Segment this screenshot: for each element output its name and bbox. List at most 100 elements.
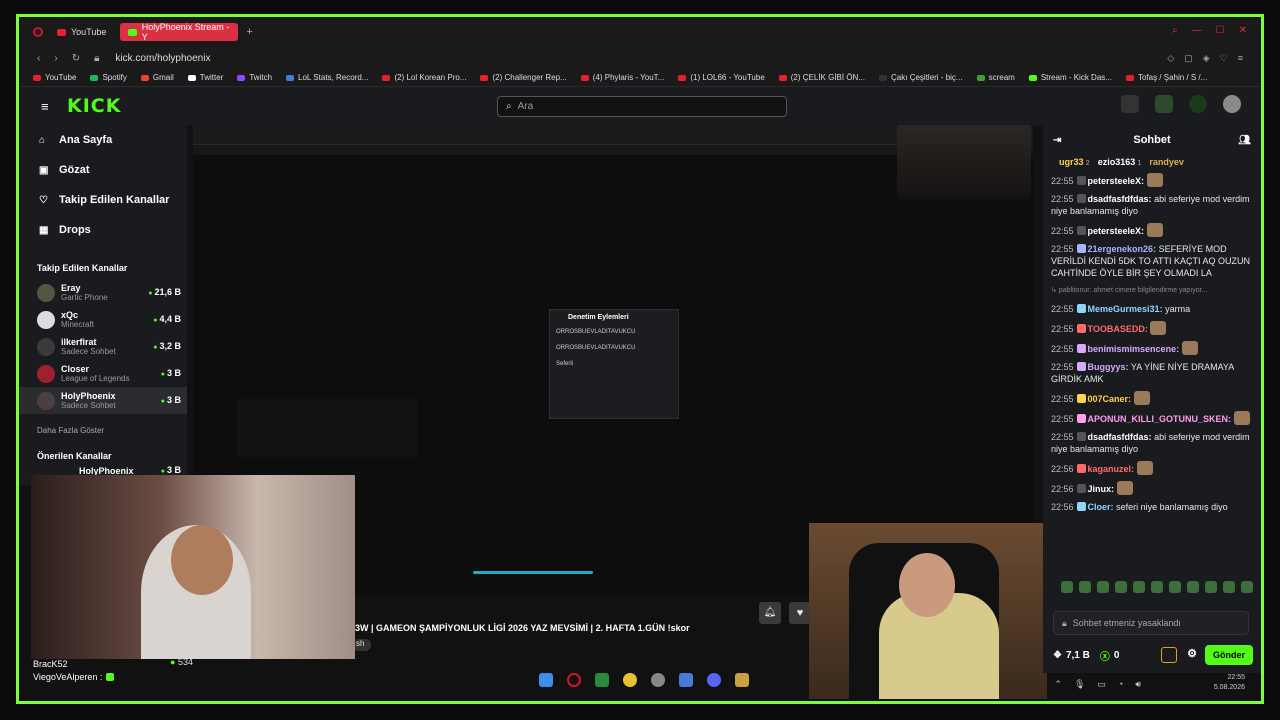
- forward-icon[interactable]: ›: [54, 53, 57, 64]
- display-icon[interactable]: ▭: [1097, 679, 1106, 690]
- chat-input[interactable]: 🔒︎ Sohbet etmeniz yasaklandı: [1053, 611, 1249, 635]
- message-user[interactable]: Jinux:: [1088, 484, 1115, 494]
- search-input[interactable]: ⌕ Ara: [497, 96, 787, 117]
- message-user[interactable]: 21ergenekon26:: [1088, 244, 1157, 254]
- message-user[interactable]: dsadfasfdfdas:: [1088, 194, 1152, 204]
- bookmark-item[interactable]: Çakı Çeşitleri - biç...: [879, 73, 963, 82]
- emote-icon[interactable]: [1151, 581, 1163, 593]
- bookmark-item[interactable]: Spotify: [90, 73, 127, 82]
- channel-item[interactable]: ErayGartic Phone 21,6 B: [19, 279, 187, 306]
- message-user[interactable]: TOOBASEDD:: [1088, 324, 1148, 334]
- message-user[interactable]: petersteeleX:: [1088, 226, 1145, 236]
- microphone-icon[interactable]: 🎙︎: [1074, 679, 1085, 690]
- extension-icon[interactable]: ◇: [1167, 53, 1174, 64]
- hamburger-menu-icon[interactable]: ≡: [41, 99, 53, 114]
- maximize-button[interactable]: ☐: [1216, 25, 1225, 36]
- reload-icon[interactable]: ↻: [72, 53, 80, 64]
- search-icon[interactable]: ⌕: [1172, 25, 1178, 36]
- emote-icon[interactable]: [1223, 581, 1235, 593]
- stream-tag[interactable]: sh: [353, 639, 371, 651]
- channel-item[interactable]: CloserLeague of Legends 3 B: [19, 360, 187, 387]
- kick-studio-icon[interactable]: [1155, 95, 1173, 113]
- gifter[interactable]: ezio3163 1: [1098, 157, 1142, 167]
- opera-logo-icon[interactable]: [33, 27, 43, 37]
- snapshot-icon[interactable]: ▢: [1184, 53, 1193, 64]
- emote-icon[interactable]: [1079, 581, 1091, 593]
- bookmark-item[interactable]: (2) Challenger Rep...: [480, 73, 567, 82]
- tab-youtube[interactable]: YouTube: [49, 23, 114, 41]
- wifi-icon[interactable]: ◔: [1118, 679, 1123, 690]
- bookmark-item[interactable]: Stream - Kick Das...: [1028, 73, 1112, 82]
- chevron-up-icon[interactable]: ⌃: [1054, 679, 1062, 690]
- emote-icon[interactable]: [1061, 581, 1073, 593]
- bookmark-item[interactable]: Twitter: [187, 73, 223, 82]
- discord-icon[interactable]: [707, 673, 721, 687]
- message-user[interactable]: petersteeleX:: [1088, 176, 1145, 186]
- gifter[interactable]: ugr33 2: [1059, 157, 1090, 167]
- bookmark-item[interactable]: (4) Phylaris - YouT...: [580, 73, 664, 82]
- message-user[interactable]: 007Caner:: [1088, 394, 1132, 404]
- emote-icon[interactable]: [1115, 581, 1127, 593]
- shield-icon[interactable]: [1161, 647, 1177, 663]
- app-icon[interactable]: [651, 673, 665, 687]
- bookmark-item[interactable]: Gmail: [140, 73, 174, 82]
- opera-icon[interactable]: [567, 673, 581, 687]
- league-icon[interactable]: [735, 673, 749, 687]
- nav-following[interactable]: ♡ Takip Edilen Kanallar: [19, 185, 187, 215]
- collapse-chat-icon[interactable]: ⇥: [1053, 135, 1061, 146]
- message-user[interactable]: benimismimsencene:: [1088, 344, 1180, 354]
- message-user[interactable]: MemeGurmesi31:: [1088, 304, 1163, 314]
- message-user[interactable]: kaganuzel:: [1088, 464, 1135, 474]
- drops-icon[interactable]: [1121, 95, 1139, 113]
- app-icon[interactable]: [595, 673, 609, 687]
- nav-home[interactable]: ⌂ Ana Sayfa: [19, 125, 187, 155]
- send-button[interactable]: Gönder: [1205, 645, 1253, 665]
- follow-button[interactable]: ♥: [789, 602, 811, 624]
- users-icon[interactable]: 👥︎: [1238, 135, 1251, 146]
- bookmark-item[interactable]: LoL Stats, Record...: [286, 73, 368, 82]
- message-user[interactable]: Buggyys:: [1088, 362, 1129, 372]
- bookmark-item[interactable]: (1) LOL66 - YouTube: [678, 73, 765, 82]
- tab-holyphoenix[interactable]: HolyPhoenix Stream - Y: [120, 22, 239, 42]
- emote-icon[interactable]: [1133, 581, 1145, 593]
- channel-item[interactable]: ilkerfiratSadece Sohbet 3,2 B: [19, 333, 187, 360]
- kick-logo[interactable]: KICK: [67, 95, 121, 117]
- close-button[interactable]: ✕: [1239, 25, 1247, 36]
- shield-icon[interactable]: ◈: [1203, 53, 1210, 64]
- channel-item[interactable]: HolyPhoenixSadece Sohbet 3 B: [19, 387, 187, 414]
- menu-icon[interactable]: ≡: [1238, 53, 1243, 64]
- emote-icon[interactable]: [1097, 581, 1109, 593]
- windows-start-icon[interactable]: [539, 673, 553, 687]
- show-more-link[interactable]: Daha Fazla Göster: [19, 426, 187, 435]
- gear-icon[interactable]: ⚙: [1187, 647, 1197, 660]
- avatar[interactable]: [1223, 95, 1241, 113]
- bookmark-item[interactable]: Tofaş / Şahin / S /...: [1125, 73, 1207, 82]
- bookmark-item[interactable]: scream: [976, 73, 1015, 82]
- message-user[interactable]: Cloer:: [1088, 502, 1114, 512]
- nav-drops[interactable]: ▦ Drops: [19, 215, 187, 245]
- emote-icon[interactable]: [1241, 581, 1253, 593]
- bookmark-item[interactable]: (2) ÇELİK GİBİ ÖN...: [778, 73, 865, 82]
- notification-bell-button[interactable]: 🔔︎: [759, 602, 781, 624]
- gifter[interactable]: randyev: [1149, 157, 1184, 167]
- bookmark-item[interactable]: YouTube: [33, 73, 76, 82]
- minimize-button[interactable]: —: [1192, 25, 1202, 36]
- heart-icon[interactable]: ♡: [1220, 53, 1228, 64]
- emote-icon[interactable]: [1205, 581, 1217, 593]
- message-user[interactable]: dsadfasfdfdas:: [1088, 432, 1152, 442]
- bookmark-item[interactable]: (2) Lol Korean Pro...: [382, 73, 466, 82]
- points-value[interactable]: 7,1 B: [1066, 650, 1090, 661]
- xbox-icon[interactable]: [1189, 95, 1207, 113]
- emote-icon[interactable]: [1187, 581, 1199, 593]
- message-user[interactable]: APONUN_KILLI_GOTUNU_SKEN:: [1088, 414, 1232, 424]
- nav-browse[interactable]: ▣ Gözat: [19, 155, 187, 185]
- new-tab-button[interactable]: +: [246, 26, 252, 38]
- url-field[interactable]: kick.com/holyphoenix: [115, 53, 210, 64]
- app-icon[interactable]: [679, 673, 693, 687]
- chrome-icon[interactable]: [623, 673, 637, 687]
- channel-item[interactable]: xQcMinecraft 4,4 B: [19, 306, 187, 333]
- back-icon[interactable]: ‹: [37, 53, 40, 64]
- emote-icon[interactable]: [1169, 581, 1181, 593]
- volume-icon[interactable]: 🔊︎: [1135, 679, 1141, 690]
- system-clock[interactable]: 22:55 5.08.2026: [1214, 673, 1245, 693]
